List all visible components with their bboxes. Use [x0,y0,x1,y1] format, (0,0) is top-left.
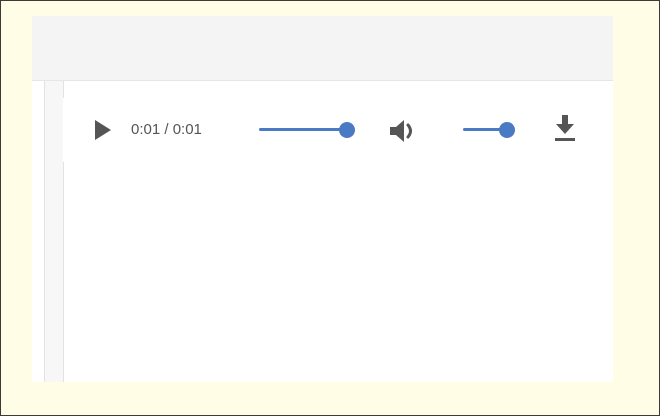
audio-player: 0:01 / 0:01 [63,98,583,162]
download-button[interactable] [553,114,577,144]
time-display: 0:01 / 0:01 [131,121,202,138]
play-button[interactable] [93,119,113,141]
panel-gutter [44,81,64,382]
volume-icon [390,120,412,142]
content-panel [32,16,613,382]
seek-slider-thumb[interactable] [339,122,355,138]
download-icon [555,115,575,141]
screenshot-frame: 0:01 / 0:01 [0,0,660,416]
volume-slider-thumb[interactable] [499,122,515,138]
play-icon [95,120,111,140]
panel-header-bar [32,16,613,81]
mute-button[interactable] [388,117,420,145]
seek-slider[interactable] [259,128,347,131]
